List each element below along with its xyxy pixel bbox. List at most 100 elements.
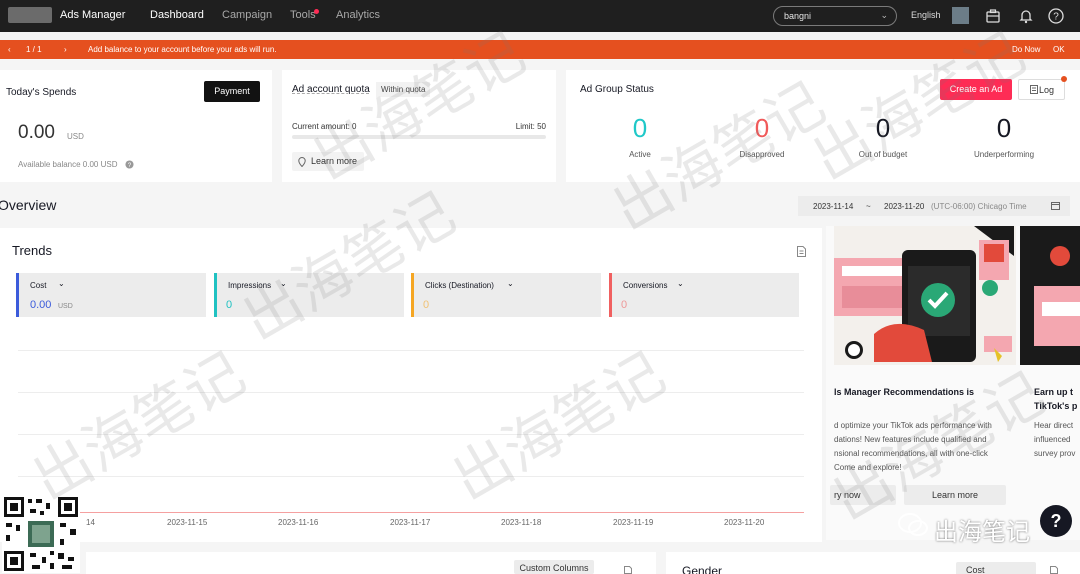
account-select-value: bangni: [784, 11, 812, 21]
create-ad-button[interactable]: Create an Ad: [940, 79, 1012, 100]
promo-illustration: [834, 226, 1016, 365]
promo-card-body-line: d optimize your TikTok ads performance w…: [834, 421, 992, 430]
chart-gridline: [18, 350, 804, 351]
language-switch[interactable]: English: [911, 10, 941, 20]
try-now-button[interactable]: ry now: [830, 485, 896, 505]
x-axis-label: 2023-11-20: [724, 518, 765, 527]
corner-watermark-text: 出海笔记: [934, 518, 1030, 546]
export-icon[interactable]: [797, 246, 806, 257]
status-out-of-budget[interactable]: 0 Out of budget: [833, 114, 933, 159]
date-range-picker[interactable]: 2023-11-14 ~ 2023-11-20 (UTC-06:00) Chic…: [798, 196, 1070, 216]
status-label: Out of budget: [858, 150, 908, 159]
x-axis-label: 2023-11-16: [278, 518, 319, 527]
chevron-down-icon: ⌄: [677, 279, 684, 288]
nav-analytics[interactable]: Analytics: [336, 9, 380, 21]
metric-label: Impressions: [228, 281, 272, 290]
avatar[interactable]: [952, 7, 969, 24]
promo-card-body-line: survey prov: [1034, 449, 1076, 458]
x-axis-label: 2023-11-19: [613, 518, 654, 527]
metric-select[interactable]: Cost: [956, 562, 1036, 574]
spends-amount: 0.00: [18, 122, 55, 143]
nav-campaign[interactable]: Campaign: [222, 9, 272, 21]
metric-color-bar: [214, 273, 217, 317]
metric-color-bar: [609, 273, 612, 317]
chart-gridline: [18, 392, 804, 393]
status-value: 0: [632, 113, 648, 143]
chevron-down-icon: ⌄: [58, 279, 65, 288]
metric-value: 0: [621, 299, 628, 311]
briefcase-icon[interactable]: [985, 8, 1001, 24]
status-label: Underperforming: [973, 150, 1035, 159]
location-pin-icon: [298, 157, 306, 167]
export-icon[interactable]: [624, 566, 632, 574]
alert-message: Add balance to your account before your …: [88, 45, 277, 54]
promo-card-title: TikTok's p: [1034, 401, 1078, 411]
payment-button[interactable]: Payment: [204, 81, 260, 102]
wechat-icon: [898, 513, 928, 536]
gender-card: Gender Cost: [666, 552, 1080, 574]
top-navigation-bar: Ads Manager Dashboard Campaign Tools Ana…: [0, 0, 1080, 32]
status-value: 0: [875, 113, 891, 143]
status-disapproved[interactable]: 0 Disapproved: [712, 114, 812, 159]
chevron-right-icon[interactable]: ›: [64, 45, 67, 54]
chevron-down-icon: ⌄: [507, 279, 514, 288]
brand-logo[interactable]: [8, 7, 52, 23]
chart-baseline-series: [18, 512, 804, 513]
promo-learn-more-button[interactable]: Learn more: [904, 485, 1006, 505]
metric-label: Clicks (Destination): [425, 281, 494, 290]
export-icon[interactable]: [1050, 566, 1058, 574]
overview-title: Overview: [0, 197, 57, 213]
nav-tools[interactable]: Tools: [290, 9, 316, 21]
metric-value: 0: [226, 299, 233, 311]
ok-link[interactable]: OK: [1053, 45, 1065, 54]
svg-text:?: ?: [128, 162, 132, 169]
ad-account-quota-card: Ad account quota Within quota Current am…: [282, 70, 556, 182]
svg-text:?: ?: [1053, 12, 1059, 23]
balance-alert-bar: ‹ 1 / 1 › Add balance to your account be…: [0, 40, 1080, 59]
tools-notification-dot: [314, 9, 319, 14]
log-button[interactable]: Log: [1018, 79, 1065, 100]
qr-code: [2, 495, 80, 573]
custom-columns-button[interactable]: Custom Columns: [514, 560, 594, 574]
learn-more-label: Learn more: [310, 156, 358, 166]
info-icon[interactable]: ?: [125, 160, 134, 169]
promo-illustration: [1020, 226, 1080, 365]
spends-currency: USD: [67, 132, 84, 141]
promo-card-title: Earn up t: [1034, 387, 1074, 397]
metric-tab-clicks[interactable]: Clicks (Destination) ⌄ 0: [411, 273, 601, 317]
chevron-left-icon[interactable]: ‹: [8, 45, 11, 54]
promo-card-body-line: nsional recommendations, all with one-cl…: [834, 449, 988, 458]
metric-tab-impressions[interactable]: Impressions ⌄ 0: [214, 273, 404, 317]
metric-tab-conversions[interactable]: Conversions ⌄ 0: [609, 273, 799, 317]
gender-title: Gender: [682, 564, 723, 574]
card-title: Ad Group Status: [580, 84, 654, 95]
help-chat-button[interactable]: ?: [1040, 505, 1072, 537]
calendar-icon: [1051, 202, 1060, 210]
available-balance: Available balance 0.00 USD: [18, 160, 118, 169]
bell-icon[interactable]: [1018, 8, 1034, 24]
status-active[interactable]: 0 Active: [590, 114, 690, 159]
account-select[interactable]: bangni ⌄: [773, 6, 897, 26]
do-now-link[interactable]: Do Now: [1012, 45, 1040, 54]
todays-spends-card: Today's Spends Payment 0.00 USD Availabl…: [0, 70, 272, 182]
brand-name: Ads Manager: [60, 9, 126, 21]
metric-tab-cost[interactable]: Cost ⌄ 0.00 USD: [16, 273, 206, 317]
promo-card-body-line: influenced: [1034, 435, 1071, 444]
x-axis-label: 14: [86, 518, 95, 527]
nav-dashboard[interactable]: Dashboard: [150, 9, 204, 21]
current-amount: Current amount: 0: [292, 122, 357, 131]
metric-color-bar: [411, 273, 414, 317]
metric-unit: USD: [58, 303, 73, 310]
x-axis-label: 2023-11-15: [167, 518, 208, 527]
help-icon[interactable]: ?: [1048, 8, 1064, 24]
metric-value: 0.00: [30, 299, 52, 311]
trends-title: Trends: [12, 243, 52, 258]
date-separator: ~: [866, 202, 871, 211]
status-label: Disapproved: [739, 150, 785, 159]
promo-carousel: ls Manager Recommendations is d optimize…: [826, 226, 1080, 540]
data-table-card: Custom Columns: [86, 552, 656, 574]
status-value: 0: [996, 113, 1012, 143]
promo-card-body-line: dations! New features include qualified …: [834, 435, 987, 444]
log-notification-dot: [1061, 76, 1067, 82]
status-underperforming[interactable]: 0 Underperforming: [954, 114, 1054, 159]
